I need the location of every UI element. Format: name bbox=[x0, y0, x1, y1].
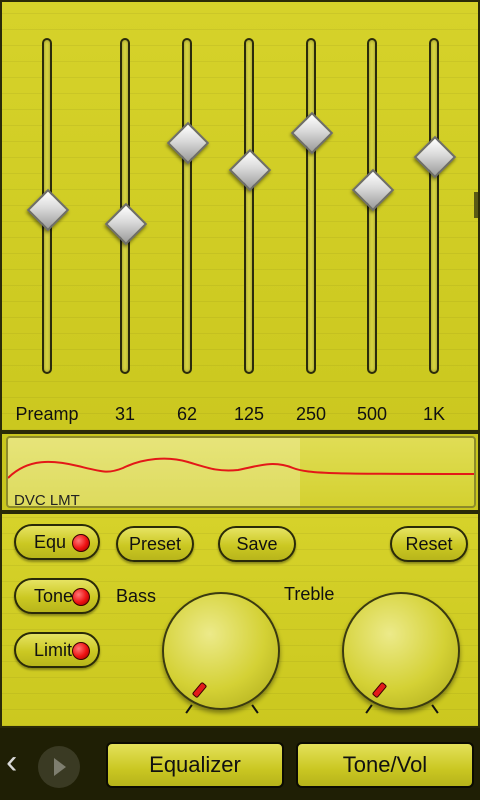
treble-knob[interactable] bbox=[342, 592, 460, 710]
back-arrow-icon[interactable]: ‹ bbox=[6, 744, 17, 780]
equ-toggle-button[interactable]: Equ bbox=[14, 524, 100, 560]
band-label-31: 31 bbox=[114, 404, 136, 424]
slider-track-250[interactable] bbox=[306, 38, 316, 374]
reset-button[interactable]: Reset bbox=[390, 526, 468, 562]
slider-thumb-500[interactable] bbox=[351, 168, 395, 212]
bass-min-tick bbox=[185, 704, 193, 714]
tab-tone-vol-label: Tone/Vol bbox=[342, 752, 428, 777]
reset-button-label: Reset bbox=[405, 533, 453, 554]
controls-panel: Equ Tone Limit Preset Save Reset Bass Tr… bbox=[0, 512, 480, 728]
slider-thumb-125[interactable] bbox=[228, 148, 272, 192]
slider-track-1k[interactable] bbox=[429, 38, 439, 374]
dvc-lmt-label: DVC LMT bbox=[14, 492, 80, 508]
treble-min-tick bbox=[365, 704, 373, 714]
tone-toggle-button[interactable]: Tone bbox=[14, 578, 100, 614]
slider-thumb-1k[interactable] bbox=[413, 135, 457, 178]
equ-toggle-label: Equ bbox=[34, 531, 67, 552]
treble-max-tick bbox=[431, 704, 439, 714]
play-icon[interactable] bbox=[54, 758, 66, 776]
equalizer-panel: Preamp 31 62 125 250 500 1K bbox=[0, 0, 480, 432]
band-label-1k: 1K bbox=[422, 404, 446, 424]
band-label-500: 500 bbox=[356, 404, 388, 424]
treble-knob-indicator bbox=[371, 681, 388, 699]
tab-equalizer[interactable]: Equalizer bbox=[106, 742, 284, 788]
bass-max-tick bbox=[251, 704, 259, 714]
tone-toggle-label: Tone bbox=[34, 585, 74, 606]
band-label-250: 250 bbox=[295, 404, 327, 424]
tone-led-indicator bbox=[72, 588, 90, 606]
save-button[interactable]: Save bbox=[218, 526, 296, 562]
bottom-tab-bar: ‹ Equalizer Tone/Vol bbox=[0, 728, 480, 800]
band-label-preamp: Preamp bbox=[15, 404, 79, 424]
band-label-125: 125 bbox=[233, 404, 265, 424]
treble-label: Treble bbox=[284, 584, 335, 604]
bass-label: Bass bbox=[116, 586, 157, 606]
response-curve-line bbox=[8, 457, 474, 479]
tab-equalizer-label: Equalizer bbox=[149, 752, 241, 777]
slider-track-125[interactable] bbox=[244, 38, 254, 374]
slider-thumb-62[interactable] bbox=[166, 121, 210, 165]
bass-knob[interactable] bbox=[162, 592, 280, 710]
limit-toggle-button[interactable]: Limit bbox=[14, 632, 100, 668]
preset-button-label: Preset bbox=[128, 533, 182, 554]
tab-tone-vol[interactable]: Tone/Vol bbox=[296, 742, 474, 788]
save-button-label: Save bbox=[236, 533, 278, 554]
slider-track-62[interactable] bbox=[182, 38, 192, 374]
band-label-62: 62 bbox=[176, 404, 198, 424]
slider-thumb-250[interactable] bbox=[290, 111, 334, 155]
scroll-edge-indicator bbox=[474, 192, 478, 218]
bass-knob-indicator bbox=[191, 681, 208, 699]
slider-thumb-preamp[interactable] bbox=[26, 189, 70, 232]
frequency-curve-display: DVC LMT bbox=[6, 436, 476, 508]
curve-panel: DVC LMT bbox=[0, 432, 480, 512]
limit-toggle-label: Limit bbox=[34, 639, 73, 660]
slider-thumb-31[interactable] bbox=[104, 202, 148, 246]
preset-button[interactable]: Preset bbox=[116, 526, 194, 562]
equ-led-indicator bbox=[72, 534, 90, 552]
limit-led-indicator bbox=[72, 642, 90, 660]
